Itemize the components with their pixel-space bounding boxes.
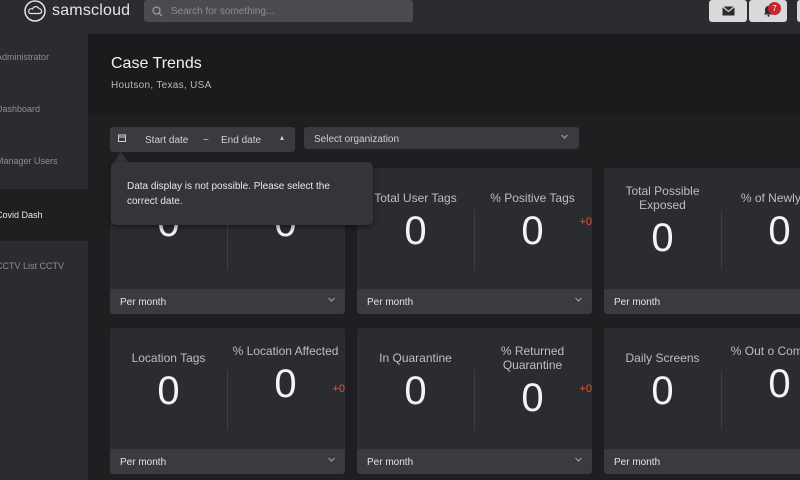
period-select[interactable]: Per month <box>604 289 800 314</box>
period-select-label: Per month <box>120 457 167 468</box>
delta-indicator: +0 <box>332 383 345 395</box>
period-select-label: Per month <box>120 297 167 308</box>
metric-left: Total User Tags 0 <box>357 191 474 253</box>
sidebar-item-administrator[interactable]: Administrator <box>0 44 88 70</box>
metric-value: 0 <box>274 362 297 406</box>
sidebar-item-label: Covid Dash <box>0 210 43 220</box>
metric-label: % Out o Complian <box>730 344 800 358</box>
metric-label: % Location Affected <box>232 344 339 358</box>
organization-select[interactable]: Select organization <box>304 127 579 149</box>
metric-left: Total Possible Exposed 0 <box>604 184 721 260</box>
sidebar-item-label: Administrator <box>0 52 50 62</box>
sidebar-item-label: CCTV List CCTV <box>0 261 65 271</box>
organization-select-label: Select organization <box>314 134 400 145</box>
metric-label: In Quarantine <box>379 351 452 365</box>
metric-left: In Quarantine 0 <box>357 351 474 413</box>
sidebar-item-manager-users[interactable]: Manager Users <box>0 148 88 174</box>
tooltip-arrow <box>114 152 128 162</box>
date-separator: ~ <box>203 135 209 146</box>
metric-right: % Location Affected 0 <box>227 344 344 406</box>
metric-right: % Returned Quarantine 0 <box>474 344 591 420</box>
metric-label: Daily Screens <box>625 351 700 365</box>
mail-icon <box>721 6 735 16</box>
metric-value: 0 <box>404 209 427 253</box>
metric-value: 0 <box>404 369 427 413</box>
caret-up-down-icon: ▴ <box>280 133 285 142</box>
sidebar-item-dashboard[interactable]: Dashboard <box>0 96 88 122</box>
metric-value: 0 <box>521 376 544 420</box>
period-select[interactable]: Per month <box>110 289 345 314</box>
delta-indicator: +0 <box>579 216 592 228</box>
brand-name: samscloud <box>52 2 131 19</box>
metric-card: Total Possible Exposed 0 % of Newly Ex 0… <box>604 168 800 314</box>
page-title: Case Trends <box>111 55 202 72</box>
period-select-label: Per month <box>614 457 661 468</box>
chevron-down-icon <box>328 457 335 462</box>
metric-card: Location Tags 0 % Location Affected 0 +0… <box>110 328 345 474</box>
cloud-logo-icon <box>24 0 46 22</box>
metric-label: Location Tags <box>131 351 206 365</box>
chevron-down-icon <box>561 134 568 139</box>
sidebar: Administrator Dashboard Manager Users Co… <box>0 34 88 480</box>
metric-value: 0 <box>651 216 674 260</box>
period-select-label: Per month <box>614 297 661 308</box>
notification-count-badge: 7 <box>768 2 781 15</box>
chevron-down-icon <box>575 457 582 462</box>
metric-value: 0 <box>768 209 791 253</box>
search-input[interactable]: Search for something... <box>171 6 274 17</box>
period-select[interactable]: Per month <box>604 449 800 474</box>
sidebar-item-label: Manager Users <box>0 156 58 166</box>
date-range-picker[interactable]: Start date ~ End date ▴ <box>110 127 295 152</box>
delta-indicator: +0 <box>579 383 592 395</box>
search-icon <box>152 5 163 16</box>
messages-button[interactable] <box>709 0 747 22</box>
period-select-label: Per month <box>367 297 414 308</box>
metric-label: Total Possible Exposed <box>625 184 700 212</box>
metric-card: In Quarantine 0 % Returned Quarantine 0 … <box>357 328 592 474</box>
page-subtitle: Houtson, Texas, USA <box>111 80 212 91</box>
metric-card: Total User Tags 0 % Positive Tags 0 +0 P… <box>357 168 592 314</box>
sidebar-item-label: Dashboard <box>0 104 41 114</box>
metric-right: % Positive Tags 0 <box>474 191 591 253</box>
period-select-label: Per month <box>367 457 414 468</box>
brand-logo[interactable]: samscloud <box>24 0 130 22</box>
metric-label: % of Newly Ex <box>740 191 800 205</box>
sidebar-item-covid-dash[interactable]: Covid Dash <box>0 189 88 241</box>
chevron-down-icon <box>575 297 582 302</box>
start-date-input[interactable]: Start date <box>145 135 188 146</box>
metric-value: 0 <box>768 362 791 406</box>
metric-card: Daily Screens 0 % Out o Complian 0 Per m… <box>604 328 800 474</box>
notifications-button[interactable]: 7 <box>749 0 787 22</box>
metric-left: Daily Screens 0 <box>604 351 721 413</box>
date-error-tooltip: Data display is not possible. Please sel… <box>111 162 373 225</box>
end-date-input[interactable]: End date <box>221 135 261 146</box>
metric-value: 0 <box>521 209 544 253</box>
top-bar: samscloud Search for something... 7 <box>0 0 800 34</box>
period-select[interactable]: Per month <box>110 449 345 474</box>
metric-right: % Out o Complian 0 <box>721 344 800 406</box>
metric-right: % of Newly Ex 0 <box>721 191 800 253</box>
metric-value: 0 <box>157 369 180 413</box>
metric-label: % Returned Quarantine <box>500 344 565 372</box>
period-select[interactable]: Per month <box>357 449 592 474</box>
page-header: Case Trends Houtson, Texas, USA <box>88 34 800 114</box>
metric-label: Total User Tags <box>374 191 457 205</box>
metric-value: 0 <box>651 369 674 413</box>
sidebar-item-cctv[interactable]: CCTV List CCTV <box>0 253 88 279</box>
chevron-down-icon <box>328 297 335 302</box>
metric-label: % Positive Tags <box>490 191 575 205</box>
calendar-icon <box>118 134 126 142</box>
metric-left: Location Tags 0 <box>110 351 227 413</box>
search-bar[interactable]: Search for something... <box>144 0 413 22</box>
period-select[interactable]: Per month <box>357 289 592 314</box>
